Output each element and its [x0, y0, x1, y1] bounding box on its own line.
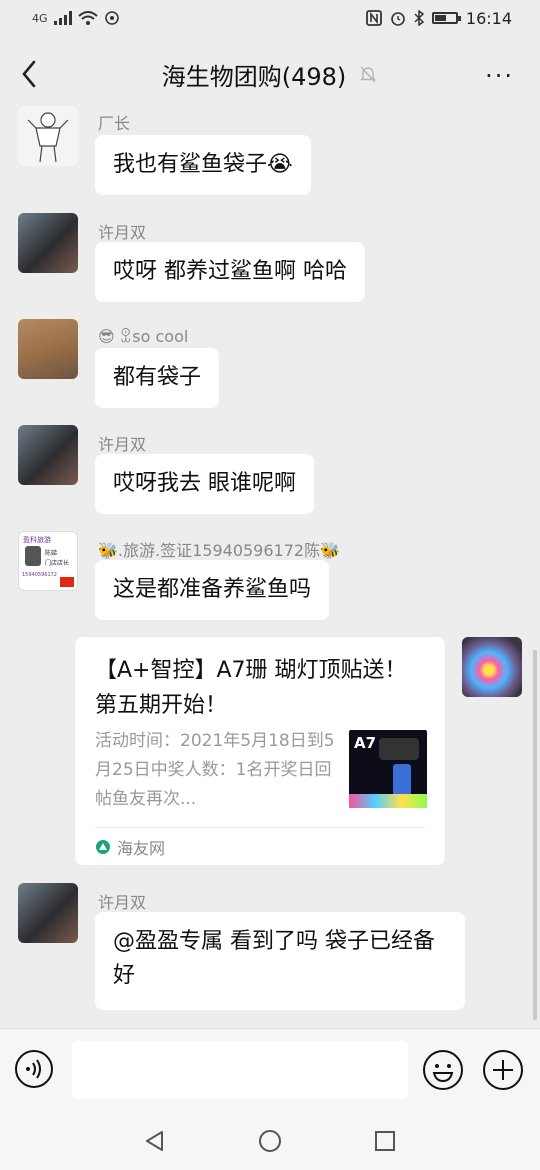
- chat-messages[interactable]: 厂长 我也有鲨鱼袋子😭 许月双 哎呀 都养过鲨鱼啊 哈哈 😎 ꀾso cool …: [0, 106, 540, 1028]
- avatar[interactable]: 盈科旅游 陈娣 门店店长 15940596172: [18, 531, 78, 591]
- message-bubble[interactable]: 哎呀我去 眼谁呢啊: [95, 454, 314, 514]
- square-recents-icon: [375, 1131, 395, 1151]
- link-card-source-name: 海友网: [117, 839, 166, 858]
- status-bar: 4G 16:14: [0, 0, 540, 36]
- voice-input-button[interactable]: [14, 1049, 54, 1089]
- china-flag-icon: [60, 577, 74, 587]
- plus-icon: [483, 1050, 523, 1090]
- chat-title: 海生物团购(498): [162, 57, 379, 92]
- scroll-indicator[interactable]: [533, 650, 537, 1020]
- circle-home-icon: [259, 1130, 281, 1152]
- message-item: 许月双 @盈盈专属 看到了吗 袋子已经备好: [18, 883, 498, 1013]
- message-item: 许月双 哎呀我去 眼谁呢啊: [18, 425, 498, 515]
- nfc-icon: [365, 10, 382, 26]
- avatar-brand: 盈科旅游: [23, 536, 51, 544]
- sender-name: 许月双: [98, 893, 147, 912]
- link-card-source: 海友网: [95, 835, 165, 859]
- avatar-role: 门店店长: [45, 560, 70, 567]
- message-input[interactable]: [72, 1041, 408, 1099]
- sender-name: 😎 ꀾso cool: [98, 327, 189, 346]
- sender-name: 许月双: [98, 223, 147, 242]
- triangle-back-icon: [146, 1131, 163, 1151]
- link-card-thumbnail: A7: [349, 730, 427, 808]
- back-button[interactable]: [18, 58, 42, 90]
- network-type: 4G: [32, 11, 48, 25]
- more-functions-button[interactable]: [482, 1049, 524, 1091]
- link-card-divider: [95, 827, 425, 828]
- voice-icon: [15, 1050, 53, 1088]
- avatar-photo: [25, 546, 41, 566]
- battery-fill: [434, 15, 446, 21]
- avatar[interactable]: [18, 883, 78, 943]
- emoji-button[interactable]: [422, 1049, 464, 1091]
- link-card[interactable]: 【A+智控】A7珊 瑚灯顶贴送！第五期开始！ 活动时间：2021年5月18日到5…: [75, 637, 445, 865]
- thumbnail-label: A7: [354, 734, 377, 752]
- avatar[interactable]: [18, 213, 78, 273]
- avatar-person-name: 陈娣: [45, 550, 58, 557]
- message-item: 盈科旅游 陈娣 门店店长 15940596172 🐝.旅游.签证15940596…: [18, 531, 498, 621]
- message-bubble[interactable]: 都有袋子: [95, 348, 220, 408]
- lamp-image: [379, 738, 419, 760]
- alarm-icon: [391, 12, 405, 26]
- sender-name: 🐝.旅游.签证15940596172陈🐝: [98, 541, 340, 560]
- group-name: 海生物团购(498): [161, 62, 347, 91]
- hotspot-icon: [104, 11, 119, 25]
- link-card-title: 【A+智控】A7珊 瑚灯顶贴送！第五期开始！: [95, 658, 407, 718]
- message-item: 厂长 我也有鲨鱼袋子😭: [18, 106, 498, 196]
- nav-home-button[interactable]: [257, 1128, 283, 1154]
- avatar-phone: 15940596172: [22, 572, 57, 578]
- battery-icon: [431, 12, 461, 24]
- message-item: 😎 ꀾso cool 都有袋子: [18, 319, 498, 409]
- phone-image: [393, 764, 411, 796]
- nav-back-button[interactable]: [142, 1128, 168, 1154]
- sender-name: 厂长: [98, 114, 131, 133]
- more-options-button[interactable]: ···: [485, 62, 514, 90]
- link-card-description: 活动时间：2021年5月18日到5月25日中奖人数：1名开奖日回帖鱼友再次...: [95, 731, 335, 809]
- message-item: 许月双 哎呀 都养过鲨鱼啊 哈哈: [18, 213, 498, 303]
- haiyou-logo-icon: [96, 840, 110, 854]
- self-avatar[interactable]: [462, 637, 522, 697]
- coral-image: [349, 794, 427, 808]
- chat-input-bar: [0, 1028, 540, 1112]
- status-right: 16:14: [365, 8, 512, 28]
- avatar[interactable]: [18, 425, 78, 485]
- system-navigation-bar: [0, 1112, 540, 1170]
- smiley-icon: [423, 1050, 463, 1090]
- cartoon-girl-avatar-icon: [27, 112, 69, 163]
- message-bubble[interactable]: 这是都准备养鲨鱼吗: [95, 560, 330, 620]
- avatar[interactable]: [18, 106, 78, 166]
- chat-header: 海生物团购(498) ···: [0, 36, 540, 112]
- nav-recents-button[interactable]: [372, 1128, 398, 1154]
- status-left: 4G: [32, 11, 120, 25]
- avatar[interactable]: [18, 319, 78, 379]
- bluetooth-icon: [414, 10, 424, 26]
- signal-icon: [53, 11, 72, 25]
- mute-bell-icon: [360, 66, 377, 83]
- sender-name: 许月双: [98, 435, 147, 454]
- message-bubble[interactable]: 哎呀 都养过鲨鱼啊 哈哈: [95, 242, 365, 302]
- chevron-left-icon: [22, 60, 36, 88]
- message-bubble[interactable]: 我也有鲨鱼袋子😭: [95, 135, 311, 195]
- wifi-icon: [77, 11, 98, 25]
- status-time: 16:14: [465, 8, 512, 28]
- message-bubble[interactable]: @盈盈专属 看到了吗 袋子已经备好: [95, 912, 465, 1010]
